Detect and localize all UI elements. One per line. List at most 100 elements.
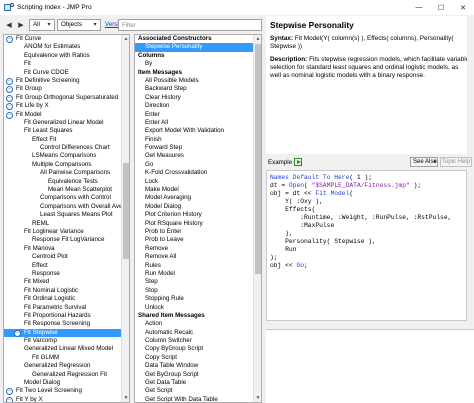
objects-list-item[interactable]: Fit Varcomp (4, 337, 129, 345)
object-collapse-icon[interactable]: − (6, 103, 13, 111)
detail-scrollbar[interactable] (467, 16, 474, 154)
scroll-up-icon[interactable]: ▲ (254, 35, 261, 43)
objects-list-item[interactable]: LSMeans Comparisons (4, 152, 129, 160)
members-list-item[interactable]: Stopping Rule (135, 295, 261, 303)
object-collapse-icon[interactable]: − (6, 77, 13, 85)
object-collapse-icon[interactable]: − (6, 396, 13, 402)
objects-list-item[interactable]: Mean Mean Scatterplot (4, 186, 129, 194)
members-list-item[interactable]: Run Model (135, 270, 261, 278)
members-list-item[interactable]: Get ByGroup Script (135, 371, 261, 379)
close-button[interactable]: ✕ (452, 0, 474, 15)
run-script-icon[interactable] (294, 158, 303, 166)
members-list-item[interactable]: Step (135, 278, 261, 286)
objects-list-item[interactable]: Control Differences Chart (4, 144, 129, 152)
members-list-item[interactable]: Data Table Window (135, 362, 261, 370)
members-list-item[interactable]: Clear History (135, 94, 261, 102)
minimize-button[interactable]: — (408, 0, 430, 15)
members-list-item[interactable]: K-Fold Crossvalidation (135, 169, 261, 177)
members-list-item[interactable]: Model Averaging (135, 194, 261, 202)
objects-list-item[interactable]: Generalized Regression Fit (4, 371, 129, 379)
objects-list-item[interactable]: Fit (4, 60, 129, 68)
objects-list-item[interactable]: Centroid Plot (4, 253, 129, 261)
object-collapse-icon[interactable]: − (6, 36, 13, 43)
members-list-item[interactable]: Prob to Leave (135, 236, 261, 244)
members-list-item[interactable]: Get Script With Data Table (135, 396, 261, 402)
members-list-item[interactable]: All Possible Models (135, 77, 261, 85)
type-dropdown[interactable]: Objects ▾ (57, 18, 101, 31)
code-horizontal-scrollbar[interactable] (266, 321, 467, 328)
objects-list-item[interactable]: Effect Fit (4, 136, 129, 144)
members-list-item[interactable]: Export Model With Validation (135, 127, 261, 135)
objects-list-item[interactable]: Comparisons with Control (4, 194, 129, 202)
members-list-item[interactable]: Rules (135, 262, 261, 270)
objects-list-item[interactable]: Multiple Comparisons (4, 161, 129, 169)
scroll-thumb[interactable] (255, 44, 261, 274)
objects-list-item[interactable]: Fit GLMM (4, 354, 129, 362)
back-arrow-icon[interactable]: ◀ (3, 18, 15, 31)
objects-list-item[interactable]: − Fit Definitive Screening (4, 77, 129, 85)
objects-list-item[interactable]: Generalized Linear Mixed Model (4, 345, 129, 353)
objects-list-item[interactable]: ANOM for Estimates (4, 43, 129, 51)
scroll-down-icon[interactable]: ▼ (122, 394, 129, 402)
objects-list-item[interactable]: Fit Mixed (4, 278, 129, 286)
objects-list-item[interactable]: − Fit Y by X (4, 396, 129, 402)
objects-list-item[interactable]: Equivalence Tests (4, 178, 129, 186)
object-collapse-icon[interactable]: − (14, 329, 21, 337)
objects-list-item[interactable]: Fit Ordinal Logistic (4, 295, 129, 303)
objects-list-item[interactable]: Fit Nominal Logistic (4, 287, 129, 295)
objects-list-item[interactable]: − Fit Life by X (4, 102, 129, 111)
objects-list[interactable]: − Fit Curve ANOM for Estimates Equivalence … (3, 34, 130, 403)
objects-list-item[interactable]: Least Squares Means Plot (4, 211, 129, 219)
members-list-item[interactable]: By (135, 60, 261, 68)
members-list-item[interactable]: Plot RSquare History (135, 220, 261, 228)
scroll-thumb[interactable] (123, 163, 129, 259)
objects-list-item[interactable]: − Fit Two Level Screening (4, 387, 129, 396)
object-collapse-icon[interactable]: − (6, 111, 13, 119)
objects-list-item[interactable]: − Fit Group (4, 85, 129, 94)
objects-list-item[interactable]: Comparisons with Overall Average (4, 203, 129, 211)
members-list-item[interactable]: Automatic Recalc (135, 329, 261, 337)
scroll-up-icon[interactable]: ▲ (122, 35, 129, 43)
members-list-item[interactable]: Remove (135, 245, 261, 253)
members-scrollbar[interactable]: ▲ ▼ (253, 35, 261, 402)
objects-list-item[interactable]: Fit Loglinear Variance (4, 228, 129, 236)
members-list-item[interactable]: Column Switcher (135, 337, 261, 345)
objects-list-item[interactable]: Fit Least Squares (4, 127, 129, 135)
objects-list-item[interactable]: − Fit Model (4, 111, 129, 119)
example-code-editor[interactable]: Names Default To Here( 1 ); dt = Open( "$… (266, 170, 467, 321)
objects-list-item[interactable]: All Pairwise Comparisons (4, 169, 129, 177)
members-list-item[interactable]: Copy Script (135, 354, 261, 362)
members-list-item[interactable]: Get Script (135, 387, 261, 395)
members-list-item[interactable]: Get Data Table (135, 379, 261, 387)
object-collapse-icon[interactable]: − (6, 86, 13, 94)
objects-list-item[interactable]: − Fit Group Orthogonal Supersaturated (4, 94, 129, 102)
objects-list-item[interactable]: Response Fit LogVariance (4, 236, 129, 244)
objects-list-item[interactable]: Fit Manova (4, 245, 129, 253)
members-list-item[interactable]: Get Measures (135, 152, 261, 160)
objects-list-item[interactable]: − Fit Curve (4, 35, 129, 43)
members-list-item[interactable]: Make Model (135, 186, 261, 194)
objects-list-item[interactable]: − Fit Stepwise (4, 328, 129, 338)
members-list-item[interactable]: Direction (135, 102, 261, 110)
objects-list-item[interactable]: Fit Response Screening (4, 320, 129, 328)
members-list[interactable]: Associated Constructors Stepwise Personal… (134, 34, 262, 403)
members-list-item[interactable]: Remove All (135, 253, 261, 261)
objects-list-item[interactable]: Response (4, 270, 129, 278)
members-list-item[interactable]: Lock (135, 178, 261, 186)
see-also-button[interactable]: See Also ▾ (410, 157, 438, 167)
objects-list-item[interactable]: Fit Parametric Survival (4, 304, 129, 312)
members-list-item[interactable]: Stepwise Personality (135, 43, 261, 52)
filter-input[interactable]: Filter (118, 19, 262, 31)
objects-list-item[interactable]: REML (4, 220, 129, 228)
objects-list-item[interactable]: Fit Proportional Hazards (4, 312, 129, 320)
objects-scrollbar[interactable]: ▲ ▼ (121, 35, 129, 402)
forward-arrow-icon[interactable]: ▶ (15, 18, 27, 31)
members-list-item[interactable]: Plot Criterion History (135, 211, 261, 219)
members-list-item[interactable]: Enter (135, 111, 261, 119)
object-collapse-icon[interactable]: − (6, 388, 13, 396)
members-list-item[interactable]: Finish (135, 136, 261, 144)
objects-list-item[interactable]: Generalized Regression (4, 362, 129, 370)
objects-list-item[interactable]: Equivalence with Ratios (4, 52, 129, 60)
members-list-item[interactable]: Model Dialog (135, 203, 261, 211)
members-list-item[interactable]: Stop (135, 287, 261, 295)
